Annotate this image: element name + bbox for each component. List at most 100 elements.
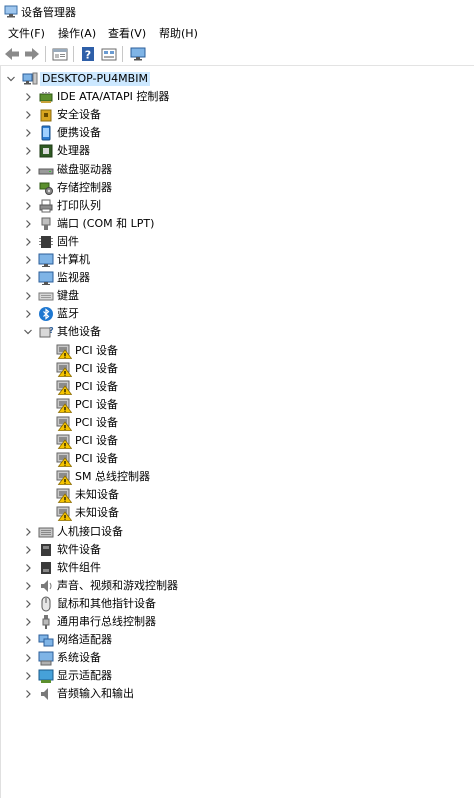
category-label: 便携设备: [57, 126, 101, 140]
tree-category[interactable]: 安全设备: [0, 106, 474, 124]
mouse-icon: [38, 596, 54, 612]
tree-device[interactable]: 未知设备: [0, 504, 474, 522]
tree-category[interactable]: 人机接口设备: [0, 523, 474, 541]
menu-file[interactable]: 文件(F): [6, 24, 47, 42]
properties-icon[interactable]: [51, 45, 69, 63]
tree-device[interactable]: PCI 设备: [0, 396, 474, 414]
chevron-right-icon[interactable]: [23, 200, 33, 212]
menu-help[interactable]: 帮助(H): [157, 24, 200, 42]
category-label: 鼠标和其他指针设备: [57, 596, 156, 610]
title-bar: 设备管理器: [0, 0, 474, 22]
chevron-right-icon[interactable]: [23, 580, 33, 592]
chevron-right-icon[interactable]: [23, 218, 33, 230]
tree-category[interactable]: 鼠标和其他指针设备: [0, 595, 474, 613]
device-label: PCI 设备: [75, 343, 119, 357]
device-label: PCI 设备: [75, 434, 119, 447]
software-component-icon: [38, 560, 54, 576]
chevron-right-icon[interactable]: [23, 634, 33, 646]
tree-device[interactable]: SM 总线控制器: [0, 468, 474, 486]
toolbar-separator: [73, 46, 74, 62]
chevron-right-icon[interactable]: [23, 616, 33, 628]
warning-device-icon: [56, 415, 73, 431]
tree-device[interactable]: 未知设备: [0, 486, 474, 504]
menu-view[interactable]: 查看(V): [106, 24, 148, 42]
forward-arrow-icon[interactable]: [23, 45, 41, 63]
device-label: PCI 设备: [75, 452, 119, 466]
chevron-right-icon[interactable]: [23, 562, 33, 574]
tree-category[interactable]: ? 其他设备: [0, 323, 474, 341]
tree-device[interactable]: PCI 设备: [0, 432, 474, 450]
device-tree: DESKTOP-PU4MBIM IDE ATA/ATAPI 控制器安全设备便携设备…: [0, 68, 474, 798]
warning-device-icon: [56, 451, 73, 467]
svg-text:?: ?: [49, 326, 54, 335]
tree-category[interactable]: 系统设备: [0, 649, 474, 667]
tree-category[interactable]: 计算机: [0, 251, 474, 269]
tree-device[interactable]: PCI 设备: [0, 450, 474, 468]
tree-category[interactable]: 端口 (COM 和 LPT): [0, 215, 474, 233]
tree-category[interactable]: 通用串行总线控制器: [0, 613, 474, 631]
tree-category[interactable]: 处理器: [0, 142, 474, 160]
chevron-right-icon[interactable]: [23, 91, 33, 103]
tree-category[interactable]: 打印队列: [0, 197, 474, 215]
chevron-right-icon[interactable]: [23, 182, 33, 194]
tree-category[interactable]: 音频输入和输出: [0, 685, 474, 703]
tree-category[interactable]: IDE ATA/ATAPI 控制器: [0, 88, 474, 106]
chevron-right-icon[interactable]: [23, 688, 33, 700]
chevron-right-icon[interactable]: [23, 290, 33, 302]
chevron-right-icon[interactable]: [23, 670, 33, 682]
tree-category[interactable]: 存储控制器: [0, 179, 474, 197]
tree-category[interactable]: 显示适配器: [0, 667, 474, 685]
category-label: 蓝牙: [57, 307, 79, 321]
tree-category[interactable]: 固件: [0, 233, 474, 251]
tree-category[interactable]: 网络适配器: [0, 631, 474, 649]
category-label: IDE ATA/ATAPI 控制器: [57, 90, 170, 104]
chevron-right-icon[interactable]: [23, 652, 33, 664]
chevron-right-icon[interactable]: [23, 109, 33, 121]
tree-category[interactable]: 便携设备: [0, 124, 474, 142]
monitor-icon: [38, 252, 54, 268]
firmware-icon: [38, 234, 54, 250]
category-label: 磁盘驱动器: [57, 162, 112, 176]
chevron-right-icon[interactable]: [23, 308, 33, 320]
chevron-right-icon[interactable]: [23, 127, 33, 139]
category-label: 计算机: [57, 253, 90, 266]
display-adapter-icon: [38, 668, 54, 684]
tree-category[interactable]: 监视器: [0, 269, 474, 287]
tree-root[interactable]: DESKTOP-PU4MBIM: [0, 70, 474, 88]
tree-device[interactable]: PCI 设备: [0, 360, 474, 378]
tree-category[interactable]: 软件组件: [0, 559, 474, 577]
tree-device[interactable]: PCI 设备: [0, 414, 474, 432]
tree-category[interactable]: 磁盘驱动器: [0, 161, 474, 179]
category-label: 监视器: [57, 271, 90, 285]
update-driver-icon[interactable]: [100, 45, 118, 63]
category-label: 通用串行总线控制器: [57, 615, 156, 628]
warning-device-icon: [56, 379, 73, 395]
toolbar: ?: [0, 42, 474, 66]
tree-category[interactable]: 声音、视频和游戏控制器: [0, 577, 474, 595]
tree-category[interactable]: 键盘: [0, 287, 474, 305]
monitor-scan-icon[interactable]: [129, 45, 147, 63]
chevron-right-icon[interactable]: [23, 544, 33, 556]
chevron-right-icon[interactable]: [23, 164, 33, 176]
keyboard-icon: [38, 288, 54, 304]
tree-category[interactable]: 蓝牙: [0, 305, 474, 323]
chevron-right-icon[interactable]: [23, 526, 33, 538]
chevron-right-icon[interactable]: [23, 236, 33, 248]
tree-device[interactable]: PCI 设备: [0, 378, 474, 396]
category-label: 网络适配器: [57, 633, 112, 647]
toolbar-separator: [45, 46, 46, 62]
bluetooth-icon: [38, 306, 54, 322]
device-label: 未知设备: [75, 488, 119, 502]
chevron-right-icon[interactable]: [23, 254, 33, 266]
back-arrow-icon[interactable]: [3, 45, 21, 63]
chevron-right-icon[interactable]: [23, 272, 33, 284]
chevron-down-icon[interactable]: [6, 73, 16, 85]
processor-icon: [38, 143, 54, 159]
chevron-right-icon[interactable]: [23, 145, 33, 157]
chevron-down-icon[interactable]: [23, 326, 33, 338]
tree-device[interactable]: PCI 设备: [0, 342, 474, 360]
tree-category[interactable]: 软件设备: [0, 541, 474, 559]
help-icon[interactable]: ?: [79, 45, 97, 63]
menu-action[interactable]: 操作(A): [56, 24, 98, 42]
chevron-right-icon[interactable]: [23, 598, 33, 610]
